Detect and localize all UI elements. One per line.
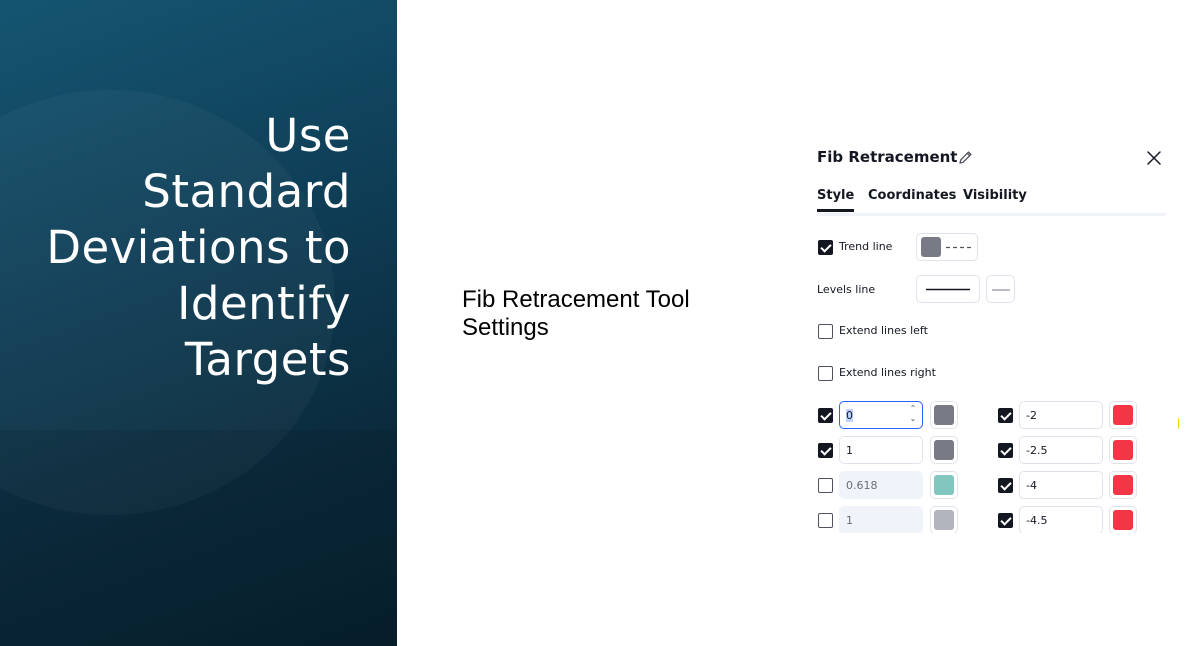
levels-line-label: Levels line [817,283,876,296]
level-value-input[interactable]: 1 [839,506,923,533]
slide-title-line: Standard [142,165,351,218]
decorative-band [0,430,397,646]
dialog-title: Fib Retracement [817,148,958,166]
level-checkbox[interactable] [998,513,1013,528]
slide-title-line: Targets [184,333,351,386]
thin-line-icon [992,289,1010,291]
level-color-swatch [934,510,954,530]
level-checkbox[interactable] [818,443,833,458]
level-color-button[interactable] [1109,471,1137,499]
tab-visibility[interactable]: Visibility [963,188,1027,209]
level-color-swatch [1113,440,1133,460]
level-color-swatch [934,405,954,425]
level-checkbox[interactable] [998,408,1013,423]
level-color-swatch [934,475,954,495]
extend-right-checkbox[interactable] [818,366,833,381]
tab-coordinates[interactable]: Coordinates [868,188,956,209]
slide-title-line: Use [265,109,351,162]
trend-line-style-button[interactable] [916,233,978,261]
level-checkbox[interactable] [818,408,833,423]
slide-title-line: Deviations to [46,221,351,274]
close-icon[interactable] [1145,149,1163,167]
level-color-swatch [1113,405,1133,425]
level-color-swatch [1113,475,1133,495]
level-value-input[interactable]: -2 [1019,401,1103,429]
extend-left-label: Extend lines left [839,324,928,337]
trend-line-label: Trend line [839,240,893,253]
trend-line-checkbox[interactable] [818,240,833,255]
level-color-button[interactable] [930,471,958,499]
level-value-input[interactable]: 0 ⌃ ⌄ [839,401,923,429]
level-color-button[interactable] [930,401,958,429]
level-checkbox[interactable] [818,513,833,528]
slide-left-panel: Use Standard Deviations to Identify Targ… [0,0,397,646]
level-value-input[interactable]: 1 [839,436,923,464]
level-checkbox[interactable] [998,478,1013,493]
extend-left-checkbox[interactable] [818,324,833,339]
level-value: 0 [846,409,853,422]
level-color-button[interactable] [930,436,958,464]
slide-title-line: Identify [177,277,351,330]
trend-line-color-swatch [921,237,941,257]
stepper-icon[interactable]: ⌃ ⌄ [908,404,918,426]
level-checkbox[interactable] [818,478,833,493]
level-value-input[interactable]: 0.618 [839,471,923,499]
slide-title: Use Standard Deviations to Identify Targ… [11,108,351,388]
level-color-swatch [1113,510,1133,530]
level-checkbox[interactable] [998,443,1013,458]
level-color-button[interactable] [1109,436,1137,464]
dashed-line-icon [946,246,972,249]
level-color-button[interactable] [930,506,958,533]
dialog-tabs: Style Coordinates Visibility [817,188,1166,216]
level-value-input[interactable]: -4.5 [1019,506,1103,533]
level-value-input[interactable]: -2.5 [1019,436,1103,464]
tab-style[interactable]: Style [817,188,855,212]
level-color-swatch [934,440,954,460]
levels-line-width-button[interactable] [986,275,1015,303]
solid-line-icon [926,288,970,291]
slide-caption: Fib Retracement Tool Settings [462,286,690,341]
level-color-button[interactable] [1109,506,1137,533]
level-color-button[interactable] [1109,401,1137,429]
pencil-icon[interactable] [957,149,974,166]
extend-right-label: Extend lines right [839,366,936,379]
levels-line-style-button[interactable] [916,275,980,303]
level-value-input[interactable]: -4 [1019,471,1103,499]
fib-retracement-dialog: Fib Retracement Style Coordinates Visibi… [806,138,1178,533]
